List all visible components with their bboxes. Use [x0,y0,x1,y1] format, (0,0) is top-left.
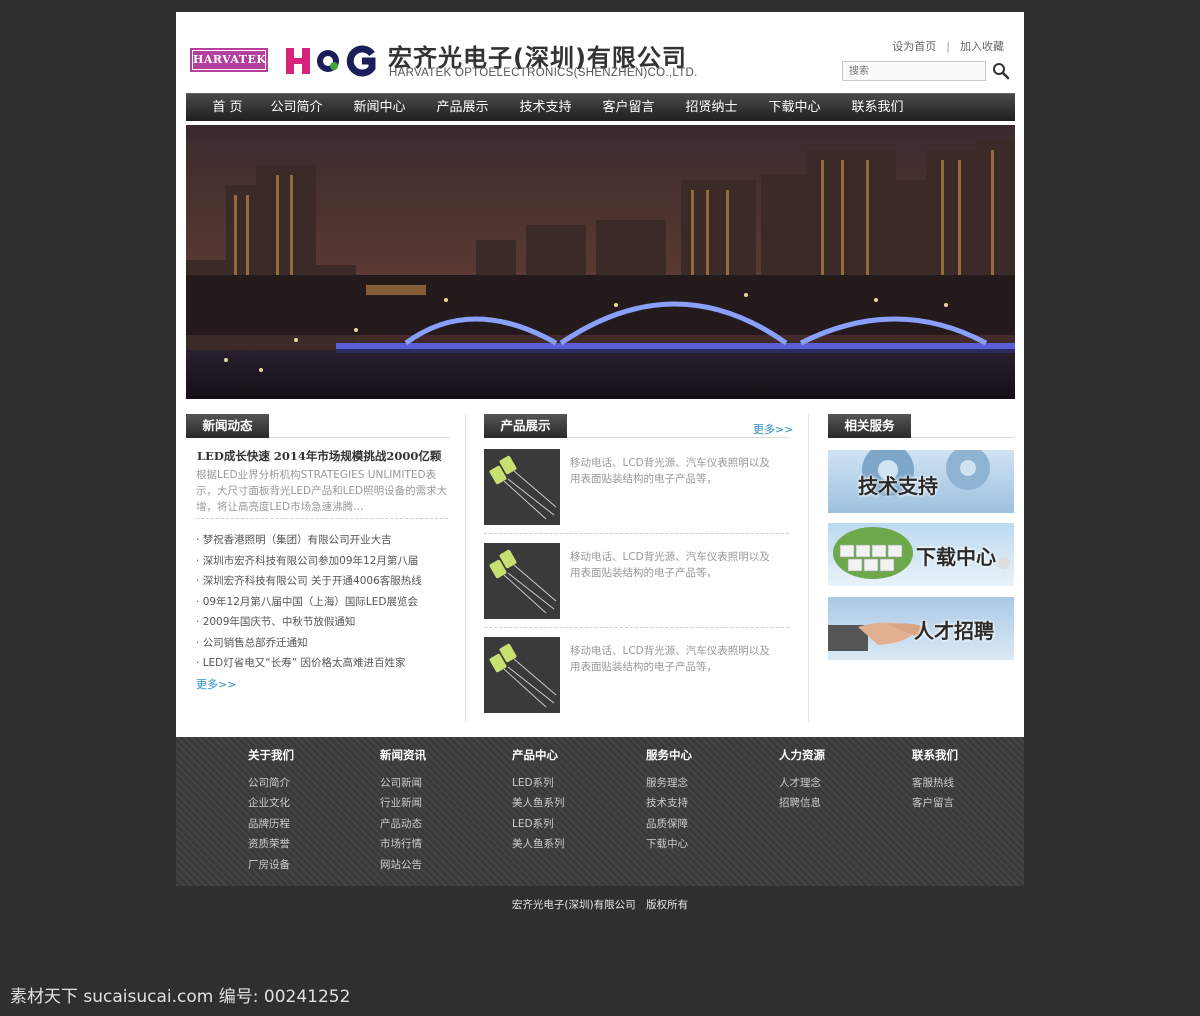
product-item[interactable]: 移动电话、LCD背光源、汽车仪表照明以及用表面贴装结构的电子产品等， [484,637,789,717]
footer-column-title: 产品中心 [512,748,558,762]
news-more-link[interactable]: 更多>> [196,676,236,692]
column-divider [808,414,809,722]
footer-link[interactable]: 服务理念 [646,773,766,793]
footer-column-products: 产品中心 LED系列 美人鱼系列 LED系列 美人鱼系列 [512,747,632,855]
service-label: 技术支持 [858,474,938,498]
footer-link[interactable]: 技术支持 [646,793,766,813]
service-banner-tech-support[interactable]: 技术支持 [828,450,1014,513]
stock-site-watermark: 素材天下 sucaisucai.com 编号: 00241252 [10,987,351,1007]
footer-link[interactable]: 下载中心 [646,834,766,854]
news-headline[interactable]: LED成长快速 2014年市场规模挑战2000亿颗 [197,448,441,464]
footer-link[interactable]: 产品动态 [380,814,500,834]
service-banner-downloads[interactable]: 下载中心 [828,523,1014,586]
footer-column-title: 关于我们 [248,748,294,762]
news-list: 梦祝香港照明（集团）有限公司开业大吉 深圳市宏齐科技有限公司参加09年12月第八… [196,530,422,674]
footer-link[interactable]: 厂房设备 [248,855,368,875]
news-title-underline [269,437,450,438]
footer-link[interactable]: 客服热线 [912,773,1032,793]
led-product-image [484,449,560,525]
top-links: 设为首页 | 加入收藏 [892,38,1004,54]
column-divider [465,414,466,722]
news-list-item[interactable]: 深圳宏齐科技有限公司 关于开通4006客服热线 [196,571,422,592]
copyright-text: 宏齐光电子(深圳)有限公司 版权所有 [511,899,689,911]
product-divider [484,533,789,534]
footer-column-title: 人力资源 [779,748,825,762]
nav-contact[interactable]: 联系我们 [836,94,919,121]
nav-downloads[interactable]: 下载中心 [753,94,836,121]
footer-column-service: 服务中心 服务理念 技术支持 品质保障 下载中心 [646,747,766,855]
service-label: 下载中心 [916,545,996,569]
footer-column-about: 关于我们 公司简介 企业文化 品牌历程 资质荣誉 厂房设备 [248,747,368,875]
product-description: 移动电话、LCD背光源、汽车仪表照明以及用表面贴装结构的电子产品等， [570,645,770,673]
news-divider [196,518,448,519]
product-description: 移动电话、LCD背光源、汽车仪表照明以及用表面贴装结构的电子产品等， [570,551,770,579]
footer-link[interactable]: 客户留言 [912,793,1032,813]
footer-column-news: 新闻资讯 公司新闻 行业新闻 产品动态 市场行情 网站公告 [380,747,500,875]
led-product-image [484,637,560,713]
footer-link[interactable]: 品质保障 [646,814,766,834]
product-description: 移动电话、LCD背光源、汽车仪表照明以及用表面贴装结构的电子产品等， [570,457,770,485]
harvatek-logo-text: HARVATEK [193,51,266,69]
nav-careers[interactable]: 招贤纳士 [670,94,753,121]
footer-link[interactable]: 资质荣誉 [248,834,368,854]
footer-link[interactable]: 公司新闻 [380,773,500,793]
set-homepage-link[interactable]: 设为首页 [892,40,936,53]
services-section-title: 相关服务 [828,414,911,438]
site-footer: 关于我们 公司简介 企业文化 品牌历程 资质荣誉 厂房设备 新闻资讯 公司新闻 … [176,737,1024,886]
banner-night-city-image [186,125,1015,399]
products-section-title: 产品展示 [484,414,567,438]
page-container: HARVATEK 宏齐光电子(深圳)有限公司 HARVATEK OPTOELEC… [176,12,1024,886]
news-list-item[interactable]: 09年12月第八届中国（上海）国际LED展览会 [196,592,422,613]
service-banner-recruitment[interactable]: 人才招聘 [828,597,1014,660]
footer-link[interactable]: 市场行情 [380,834,500,854]
nav-products[interactable]: 产品展示 [421,94,504,121]
footer-link[interactable]: 网站公告 [380,855,500,875]
footer-column-title: 联系我们 [912,748,958,762]
footer-column-contact: 联系我们 客服热线 客户留言 [912,747,1032,814]
company-name-en: HARVATEK OPTOELECTRONICS(SHENZHEN)CO.,LT… [389,67,698,79]
nav-news[interactable]: 新闻中心 [338,94,421,121]
news-summary: 根据LED业界分析机构STRATEGIES UNLIMITED表示，大尺寸面板背… [196,469,448,513]
harvatek-logo[interactable]: HARVATEK [190,48,268,72]
news-list-item[interactable]: LED灯省电又“长寿” 因价格太高难进百姓家 [196,653,422,674]
footer-column-title: 服务中心 [646,748,692,762]
top-links-separator: | [946,40,950,53]
bookmark-link[interactable]: 加入收藏 [960,40,1004,53]
product-item[interactable]: 移动电话、LCD背光源、汽车仪表照明以及用表面贴装结构的电子产品等， [484,543,789,623]
nav-about[interactable]: 公司简介 [255,94,338,121]
products-title-underline [567,437,789,438]
search-icon[interactable] [992,62,1010,80]
footer-link[interactable]: 行业新闻 [380,793,500,813]
footer-link[interactable]: 美人鱼系列 [512,793,632,813]
footer-link[interactable]: 企业文化 [248,793,368,813]
news-list-item[interactable]: 深圳市宏齐科技有限公司参加09年12月第八届 [196,551,422,572]
footer-link[interactable]: LED系列 [512,773,632,793]
news-list-item[interactable]: 公司销售总部乔迁通知 [196,633,422,654]
news-list-item[interactable]: 2009年国庆节、中秋节放假通知 [196,612,422,633]
news-section-title: 新闻动态 [186,414,269,438]
product-item[interactable]: 移动电话、LCD背光源、汽车仪表照明以及用表面贴装结构的电子产品等， [484,449,789,529]
footer-link[interactable]: 品牌历程 [248,814,368,834]
footer-link[interactable]: 公司简介 [248,773,368,793]
nav-tech-support[interactable]: 技术支持 [504,94,587,121]
search-input[interactable] [842,61,986,81]
footer-link[interactable]: 人才理念 [779,773,899,793]
footer-link[interactable]: 招聘信息 [779,793,899,813]
main-nav: 首 页 公司简介 新闻中心 产品展示 技术支持 客户留言 招贤纳士 下载中心 联… [186,93,1015,121]
products-more-link[interactable]: 更多>> [753,421,793,437]
hqg-logo[interactable] [284,44,376,78]
led-product-image [484,543,560,619]
product-divider [484,627,789,628]
news-list-item[interactable]: 梦祝香港照明（集团）有限公司开业大吉 [196,530,422,551]
services-title-underline [911,437,1014,438]
footer-link[interactable]: 美人鱼系列 [512,834,632,854]
nav-feedback[interactable]: 客户留言 [587,94,670,121]
footer-column-title: 新闻资讯 [380,748,426,762]
footer-link[interactable]: LED系列 [512,814,632,834]
service-label: 人才招聘 [914,619,994,643]
footer-column-hr: 人力资源 人才理念 招聘信息 [779,747,899,814]
